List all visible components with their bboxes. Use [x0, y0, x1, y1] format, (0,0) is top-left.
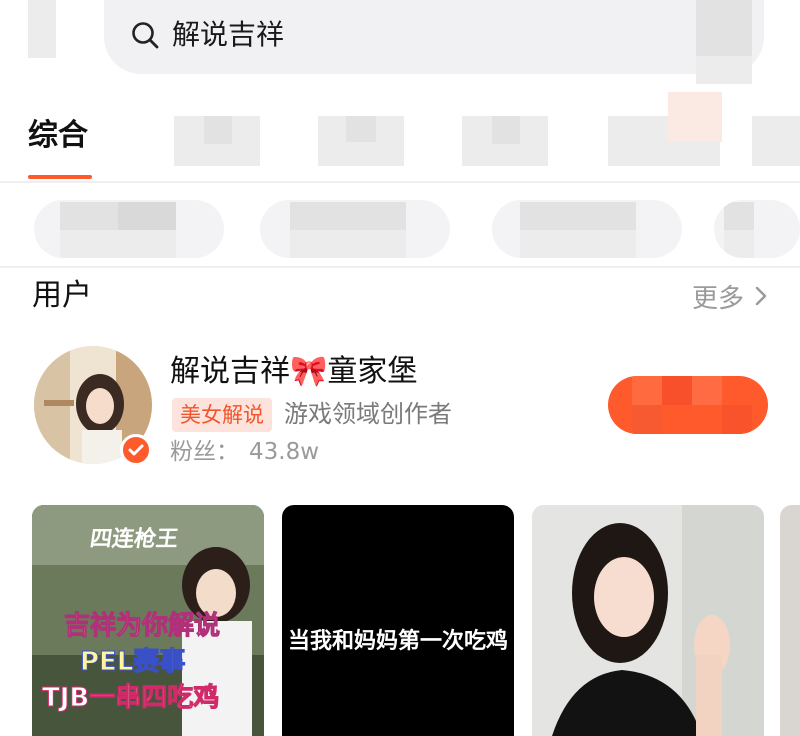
fans-count: 43.8w — [249, 439, 320, 465]
filter-chip-1[interactable] — [34, 200, 224, 258]
search-action-blurred[interactable] — [696, 0, 752, 56]
search-input[interactable]: 解说吉祥 — [172, 16, 284, 54]
tab-blurred-3-shade — [492, 116, 520, 144]
thumb-title-1: 四连枪王 — [88, 527, 180, 552]
search-icon — [132, 22, 159, 49]
thumb-line-1: 吉祥为你解说 — [63, 611, 221, 642]
active-tab-indicator — [28, 175, 92, 179]
tab-blurred-5[interactable] — [752, 116, 800, 166]
filter-chip-4[interactable] — [714, 200, 800, 258]
video-card-2[interactable]: 当我和妈妈第一次吃鸡 — [282, 505, 514, 736]
more-label: 更多 — [691, 283, 744, 314]
video-card-1[interactable]: 四连枪王 吉祥为你解说 PEL赛事 TJB一串四吃鸡 — [32, 505, 264, 736]
video-thumbnail-3 — [532, 505, 764, 736]
chevron-right-icon — [755, 286, 767, 306]
user-name[interactable]: 解说吉祥🎀童家堡 — [170, 352, 417, 392]
filter-chip-3[interactable] — [492, 200, 682, 258]
next-card-edge — [780, 505, 800, 736]
more-users-link[interactable]: 更多 — [692, 276, 770, 316]
tab-blurred-2-shade — [346, 116, 376, 142]
filter-chip-2[interactable] — [260, 200, 450, 258]
fans-label: 粉丝： — [170, 439, 239, 465]
user-description: 游戏领域创作者 — [284, 400, 452, 428]
thumb-line-2: PEL赛事 — [79, 647, 186, 678]
video-caption-2: 当我和妈妈第一次吃鸡 — [287, 629, 508, 654]
tab-blurred-4-tint — [668, 92, 722, 142]
tabs-divider — [0, 181, 800, 183]
thumb-line-3: TJB一串四吃鸡 — [41, 683, 220, 714]
follow-button[interactable] — [608, 376, 768, 434]
tab-comprehensive[interactable]: 综合 — [28, 116, 88, 156]
section-title-users: 用户 — [32, 278, 92, 313]
verified-badge-icon — [120, 434, 152, 466]
video-card-3[interactable] — [532, 505, 764, 736]
fans-count-row: 粉丝： 43.8w — [170, 436, 319, 468]
user-tag-badge: 美女解说 — [172, 398, 272, 432]
back-button-blurred[interactable] — [28, 0, 56, 58]
section-divider — [0, 266, 800, 268]
search-action-blurred-2 — [696, 56, 752, 84]
tab-blurred-1-shade — [204, 116, 232, 144]
